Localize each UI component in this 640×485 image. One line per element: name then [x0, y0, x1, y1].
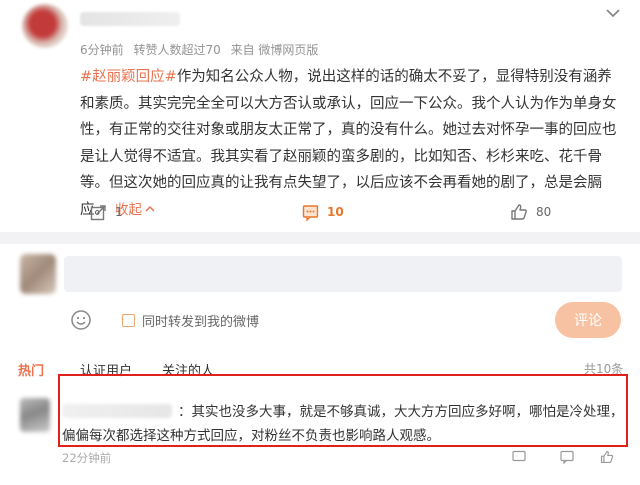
weibo-post: 6分钟前 转赞人数超过70 来自 微博网页版 #赵丽颖回应#作为知名公众人物，说…	[0, 0, 640, 232]
reply-icon[interactable]	[512, 450, 526, 464]
post-source[interactable]: 来自 微博网页版	[231, 43, 319, 57]
comment-count: 10	[327, 205, 344, 219]
submit-comment-button[interactable]: 评论	[555, 302, 621, 338]
thumbs-up-icon	[600, 450, 614, 464]
emoji-icon[interactable]	[70, 309, 92, 331]
like-button[interactable]: 80	[510, 200, 551, 224]
comment-like-button[interactable]	[600, 450, 614, 464]
post-time[interactable]: 6分钟前	[80, 43, 124, 57]
thumbs-up-icon	[511, 204, 527, 220]
comment-icon	[302, 204, 319, 221]
share-icon	[90, 204, 106, 220]
comment-icon[interactable]	[560, 450, 574, 464]
forward-checkbox[interactable]	[122, 314, 135, 327]
comment-composer: 同时转发到我的微博 评论	[0, 244, 640, 354]
avatar[interactable]	[22, 4, 68, 48]
post-body: 作为知名公众人物，说出这样的话的确太不妥了，显得特别没有涵养和素质。其实完完全全…	[80, 69, 617, 218]
share-button[interactable]: 1	[90, 200, 123, 224]
comment-button[interactable]: 10	[302, 200, 344, 224]
comment-input[interactable]	[64, 256, 622, 292]
avatar[interactable]	[20, 398, 50, 432]
avatar	[20, 254, 56, 294]
chevron-down-icon[interactable]	[604, 6, 622, 20]
share-count: 1	[115, 205, 123, 219]
like-count: 80	[536, 205, 552, 219]
repost-info: 转赞人数超过70	[133, 43, 221, 57]
chevron-up-icon	[145, 205, 155, 212]
section-divider	[0, 232, 640, 244]
highlight-box	[58, 374, 628, 447]
comment-time: 22分钟前	[62, 451, 112, 465]
forward-label[interactable]: 同时转发到我的微博	[142, 311, 259, 330]
post-meta: 6分钟前 转赞人数超过70 来自 微博网页版	[80, 41, 324, 58]
tab-hot[interactable]: 热门	[18, 360, 44, 379]
hashtag-link[interactable]: #赵丽颖回应#	[80, 69, 177, 85]
username-redacted[interactable]	[80, 12, 180, 26]
